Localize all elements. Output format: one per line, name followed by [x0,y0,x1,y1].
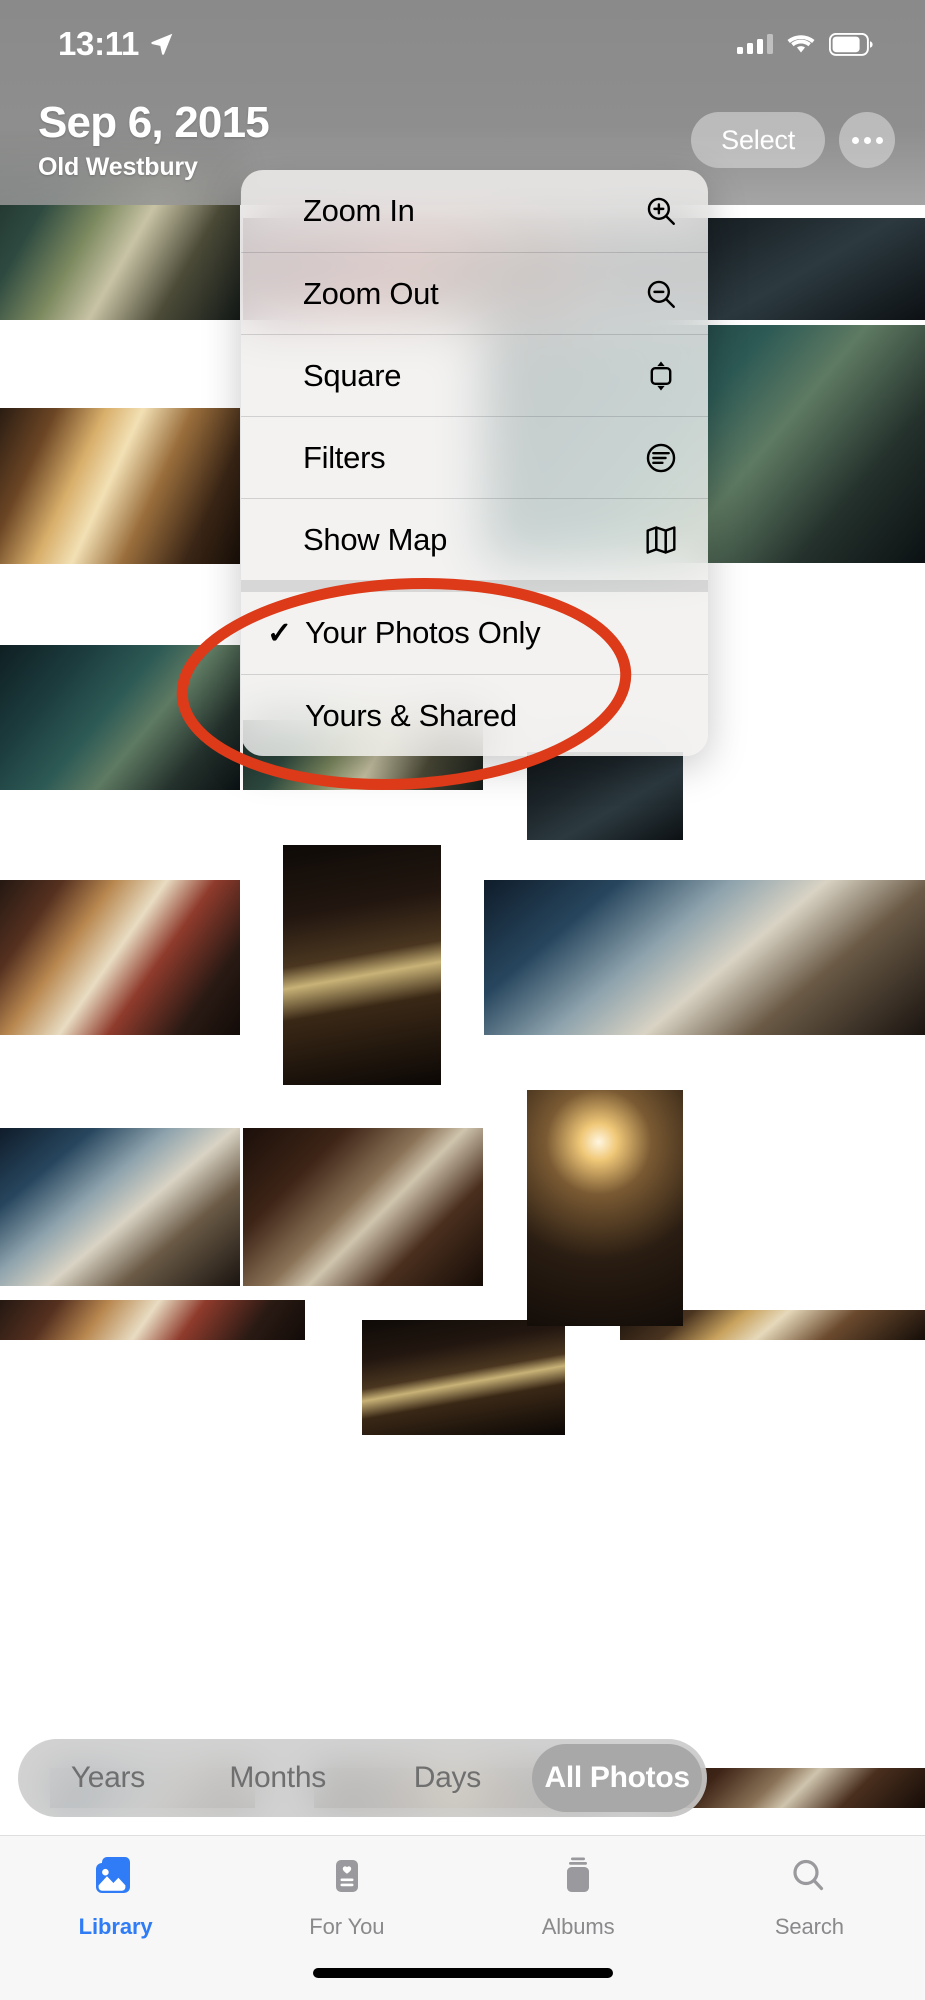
menu-item-square[interactable]: Square [241,334,708,416]
tab-library[interactable]: Library [0,1852,231,1940]
aspect-square-icon [640,359,682,393]
ellipsis-icon [863,136,871,144]
photo-thumbnail[interactable] [362,1320,565,1435]
menu-item-show-map[interactable]: Show Map [241,498,708,580]
tab-for-you[interactable]: For You [231,1852,462,1940]
more-options-button[interactable] [839,112,895,168]
map-icon [640,523,682,557]
photo-thumbnail[interactable] [527,752,683,840]
segment-months[interactable]: Months [193,1744,363,1812]
select-button[interactable]: Select [691,112,825,168]
status-bar-right [737,32,873,56]
menu-item-zoom-in[interactable]: Zoom In [241,170,708,252]
tab-label: Library [78,1914,153,1939]
page-subtitle: Old Westbury [38,153,198,182]
header-actions: Select [691,112,895,168]
ellipsis-icon [875,136,883,144]
photo-thumbnail[interactable] [0,1128,240,1286]
context-menu-group-source: ✓ Your Photos Only ✓ Yours & Shared [241,592,708,756]
photo-thumbnail[interactable] [243,1128,483,1286]
status-bar-clock: 13:11 [58,25,140,62]
timeline-segmented-control[interactable]: Years Months Days All Photos [18,1739,707,1817]
menu-item-label: Show Map [303,521,448,557]
search-icon [783,1852,835,1906]
segment-years[interactable]: Years [23,1744,193,1812]
select-button-label: Select [721,124,795,155]
photo-stack-icon [90,1852,142,1906]
tab-label: Albums [541,1914,615,1939]
status-bar-left: 13:11 [58,25,175,63]
menu-item-filters[interactable]: Filters [241,416,708,498]
status-bar: 13:11 [0,0,925,88]
photo-thumbnail[interactable] [0,880,240,1035]
location-arrow-icon [149,31,175,57]
menu-item-label: Square [303,357,402,393]
menu-item-label: Zoom In [303,193,415,228]
tab-search[interactable]: Search [694,1852,925,1940]
menu-item-label: Filters [303,439,386,475]
photo-thumbnail[interactable] [0,408,240,564]
menu-item-your-photos-only[interactable]: ✓ Your Photos Only [241,592,708,674]
filters-icon [640,441,682,475]
segment-days[interactable]: Days [363,1744,533,1812]
photo-thumbnail[interactable] [283,845,441,1085]
photo-thumbnail[interactable] [0,1300,305,1340]
albums-stack-icon [552,1852,604,1906]
tab-albums[interactable]: Albums [463,1852,694,1940]
cellular-bars-icon [737,34,773,54]
menu-item-label: Your Photos Only [305,615,541,650]
segment-all-photos[interactable]: All Photos [532,1744,702,1812]
ellipsis-icon [851,136,859,144]
title-block: Sep 6, 2015 Old Westbury [38,98,270,182]
zoom-in-icon [640,194,682,228]
photo-thumbnail[interactable] [484,880,925,1035]
home-indicator [312,1968,613,1978]
checkmark-icon: ✓ [267,616,292,650]
menu-item-label: Zoom Out [303,275,439,311]
for-you-card-icon [321,1852,373,1906]
wifi-icon [786,33,816,55]
menu-item-yours-and-shared[interactable]: ✓ Yours & Shared [241,674,708,756]
page-title: Sep 6, 2015 [38,98,270,147]
zoom-out-icon [640,277,682,311]
battery-icon [829,32,873,56]
context-menu-separator [241,580,708,592]
menu-item-label: Yours & Shared [305,697,517,733]
photo-thumbnail[interactable] [0,645,240,790]
tab-label: For You [309,1914,385,1939]
menu-item-zoom-out[interactable]: Zoom Out [241,252,708,334]
photo-thumbnail[interactable] [527,1090,683,1326]
tab-label: Search [774,1914,844,1939]
context-menu-group-view: Zoom In Zoom Out Square Filters Show Map [241,170,708,580]
context-menu[interactable]: Zoom In Zoom Out Square Filters Show Map… [241,170,708,756]
